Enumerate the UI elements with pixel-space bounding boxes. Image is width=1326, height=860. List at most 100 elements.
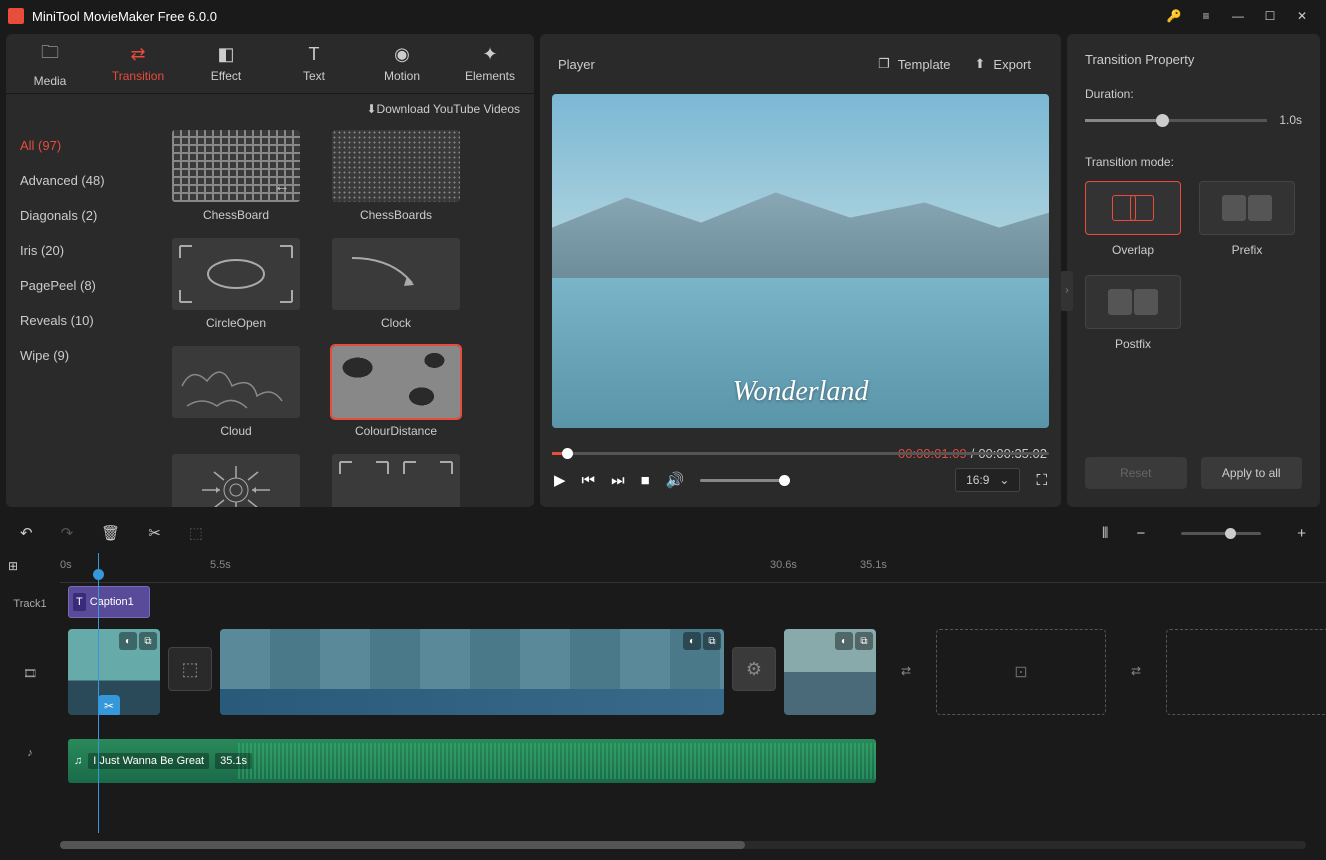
playhead[interactable] (98, 553, 99, 833)
transition-item[interactable] (167, 454, 305, 507)
transition-item[interactable]: ←ChessBoard (167, 130, 305, 222)
zoom-slider[interactable] (1181, 532, 1261, 535)
close-icon[interactable]: ✕ (1286, 0, 1318, 32)
maximize-icon[interactable]: ☐ (1254, 0, 1286, 32)
tab-motion[interactable]: ◉Motion (358, 34, 446, 93)
transition-item[interactable] (327, 454, 465, 507)
transition-slot[interactable]: ⬚ (168, 647, 212, 691)
tab-effect[interactable]: ◧Effect (182, 34, 270, 93)
redo-button[interactable]: ↷ (61, 524, 74, 542)
undo-button[interactable]: ↶ (20, 524, 33, 542)
split-icon[interactable]: ✂ (98, 695, 120, 715)
property-panel: › Transition Property Duration: 1.0s Tra… (1067, 34, 1320, 507)
transition-item[interactable]: CircleOpen (167, 238, 305, 330)
volume-icon[interactable]: 🔊 (226, 697, 241, 711)
template-button[interactable]: ❐Template (866, 56, 962, 72)
drop-zone[interactable] (1166, 629, 1326, 715)
category-all[interactable]: All (97) (6, 128, 151, 163)
transition-thumb (172, 454, 300, 507)
aspect-value: 16:9 (966, 473, 989, 487)
category-iris[interactable]: Iris (20) (6, 233, 151, 268)
export-label: Export (993, 57, 1031, 72)
tab-elements[interactable]: ✦Elements (446, 34, 534, 93)
horizontal-scrollbar[interactable] (60, 841, 1306, 849)
download-youtube-button[interactable]: ⬇Download YouTube Videos (366, 102, 520, 116)
category-advanced[interactable]: Advanced (48) (6, 163, 151, 198)
transition-grid: ←ChessBoard ChessBoards CircleOpen Clock… (151, 124, 534, 507)
motion-icon: ◉ (394, 44, 410, 65)
apply-all-button[interactable]: Apply to all (1201, 457, 1303, 489)
mode-postfix[interactable] (1085, 275, 1181, 329)
duration-slider[interactable] (1085, 119, 1267, 122)
text-icon: T (309, 44, 320, 65)
transition-thumb (332, 130, 460, 202)
copy-icon[interactable]: ⧉ (703, 632, 721, 650)
titlebar: MiniTool MovieMaker Free 6.0.0 🔑 ≡ — ☐ ✕ (0, 0, 1326, 32)
caption-clip[interactable]: TCaption1 (68, 586, 150, 618)
reset-button[interactable]: Reset (1085, 457, 1187, 489)
zoom-out-button[interactable]: − (1136, 525, 1145, 542)
cut-button[interactable]: ✂ (148, 524, 161, 542)
app-logo (8, 8, 24, 24)
fullscreen-button[interactable]: ⛶ (1036, 472, 1047, 489)
category-diagonals[interactable]: Diagonals (2) (6, 198, 151, 233)
audio-clip[interactable]: ♫ I Just Wanna Be Great 35.1s (68, 739, 876, 783)
chevron-down-icon: ⌄ (999, 473, 1009, 487)
transition-item[interactable]: Clock (327, 238, 465, 330)
ruler[interactable]: 0s 5.5s 30.6s 35.1s (60, 553, 1326, 583)
tab-elements-label: Elements (465, 69, 515, 83)
transition-item[interactable]: ChessBoards (327, 130, 465, 222)
minimize-icon[interactable]: — (1222, 0, 1254, 32)
video-preview[interactable]: Wonderland (552, 94, 1049, 428)
preview-overlay-text: Wonderland (733, 376, 869, 408)
scrub-bar[interactable] (552, 442, 1049, 466)
delete-button[interactable]: 🗑 (101, 524, 120, 542)
tab-media[interactable]: 🗀 Media (6, 34, 94, 93)
audio-duration: 35.1s (215, 753, 252, 769)
tab-text[interactable]: T Text (270, 34, 358, 93)
mode-overlap[interactable] (1085, 181, 1181, 235)
snap-button[interactable]: ⦀ (1102, 525, 1109, 542)
panel-expand-handle[interactable]: › (1061, 271, 1073, 311)
folder-icon: 🗀 (41, 40, 59, 70)
video-clip[interactable]: ◐⧉ 🔊 (220, 629, 724, 715)
category-wipe[interactable]: Wipe (9) (6, 338, 151, 373)
drop-zone[interactable]: ⊡ (936, 629, 1106, 715)
video-clip[interactable]: ◐⧉ ✂ (68, 629, 160, 715)
speed-icon[interactable]: ◐ (835, 632, 853, 650)
mode-label: Transition mode: (1085, 155, 1302, 169)
mode-overlap-label: Overlap (1112, 243, 1154, 257)
video-clip[interactable]: ◐⧉ (784, 629, 876, 715)
speed-icon[interactable]: ◐ (119, 632, 137, 650)
copy-icon[interactable]: ⧉ (855, 632, 873, 650)
tab-text-label: Text (303, 69, 325, 83)
add-track-button[interactable]: ⊞ (0, 553, 60, 579)
transition-item[interactable]: Cloud (167, 346, 305, 438)
transition-item[interactable]: ColourDistance (327, 346, 465, 438)
aspect-ratio-select[interactable]: 16:9 ⌄ (955, 468, 1020, 492)
volume-icon[interactable]: 🔊 (666, 471, 685, 489)
mode-prefix[interactable] (1199, 181, 1295, 235)
transition-slot[interactable]: ⚙ (732, 647, 776, 691)
category-list: All (97) Advanced (48) Diagonals (2) Iri… (6, 124, 151, 507)
menu-icon[interactable]: ≡ (1190, 0, 1222, 32)
category-reveals[interactable]: Reveals (10) (6, 303, 151, 338)
play-button[interactable]: ▶ (554, 471, 566, 489)
zoom-in-button[interactable]: + (1297, 525, 1306, 542)
prev-button[interactable]: ⏮ (582, 472, 596, 489)
tab-transition[interactable]: ⇄Transition (94, 34, 182, 93)
tab-media-label: Media (34, 74, 67, 88)
export-button[interactable]: ⬆Export (963, 56, 1043, 72)
template-label: Template (898, 57, 951, 72)
transition-icon: ⇄ (130, 44, 145, 65)
crop-button[interactable]: ⬚ (189, 524, 203, 542)
swap-icon[interactable]: ⇄ (892, 657, 920, 685)
copy-icon[interactable]: ⧉ (139, 632, 157, 650)
category-pagepeel[interactable]: PagePeel (8) (6, 268, 151, 303)
key-icon[interactable]: 🔑 (1158, 0, 1190, 32)
volume-slider[interactable] (700, 479, 790, 482)
speed-icon[interactable]: ◐ (683, 632, 701, 650)
swap-icon[interactable]: ⇄ (1122, 657, 1150, 685)
stop-button[interactable]: ■ (641, 472, 650, 489)
next-button[interactable]: ⏭ (611, 472, 625, 489)
